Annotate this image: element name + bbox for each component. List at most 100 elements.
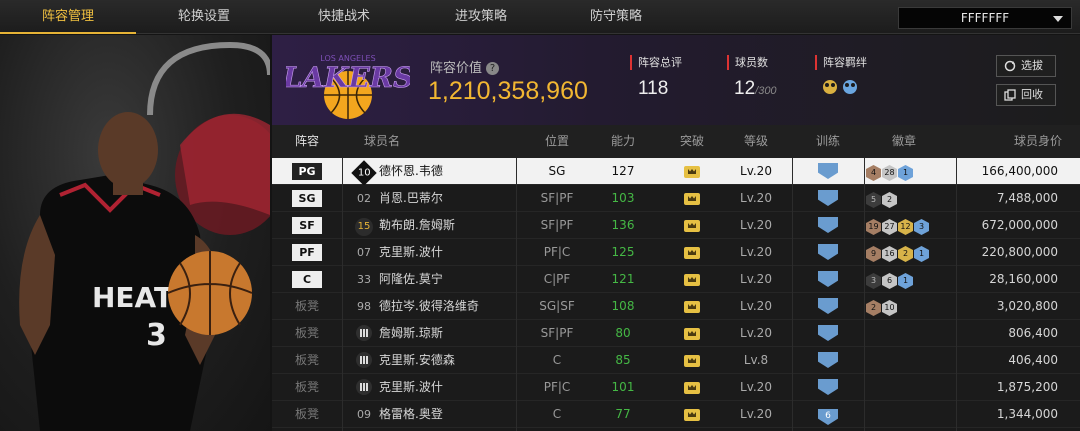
- col-salary[interactable]: 球员身价: [962, 125, 1062, 158]
- training-shield-icon: 6: [818, 409, 838, 425]
- table-row[interactable]: PF 07 克里斯.波什 PF|C 125 Lv.20 9 16 2 1 220,80…: [272, 239, 1080, 266]
- table-row[interactable]: 板凳 克里斯.波什 PF|C 101 Lv.20 1,875,200: [272, 374, 1080, 401]
- player-name[interactable]: 勒布朗.詹姆斯: [379, 212, 529, 239]
- training-shield-icon: [818, 379, 838, 395]
- player-ability: 77: [615, 407, 631, 421]
- player-salary: 166,400,000: [981, 164, 1058, 178]
- player-ability: 103: [611, 191, 635, 205]
- recycle-icon: [1004, 89, 1016, 101]
- player-level: Lv.20: [740, 164, 772, 178]
- table-row[interactable]: PG 10 德怀恩.韦德 SG 127 Lv.20 4 28 1 166,400,0…: [272, 158, 1080, 186]
- help-icon[interactable]: ?: [486, 62, 500, 75]
- badges-cell: 2 10: [864, 293, 954, 320]
- lineup-slot[interactable]: SF: [272, 212, 342, 239]
- player-salary: 672,000,000: [981, 218, 1058, 232]
- player-ability: 108: [611, 299, 635, 313]
- badge-icon: 9: [866, 246, 881, 262]
- player-name[interactable]: 德拉岑.彼得洛维奇: [379, 293, 529, 320]
- player-name[interactable]: 克里斯.安德森: [379, 347, 529, 374]
- player-number: 09: [352, 401, 376, 428]
- player-name[interactable]: 格雷格.奥登: [379, 401, 529, 428]
- player-name[interactable]: 克里斯.波什: [379, 239, 529, 266]
- tab-defense-strategy[interactable]: 防守策略: [546, 0, 686, 34]
- training-cell[interactable]: [792, 212, 864, 239]
- badge-icon: 27: [882, 219, 897, 235]
- table-row[interactable]: SF 15 勒布朗.詹姆斯 SF|PF 136 Lv.20 19 27 12 3 67…: [272, 212, 1080, 239]
- badges-cell: [864, 401, 954, 428]
- lineup-slot[interactable]: 板凳: [272, 374, 342, 401]
- col-name[interactable]: 球员名: [352, 125, 412, 158]
- training-cell[interactable]: [792, 266, 864, 293]
- bond-icons[interactable]: [821, 78, 863, 96]
- training-cell[interactable]: [792, 347, 864, 374]
- select-button[interactable]: 选拔: [996, 55, 1056, 77]
- player-level: Lv.20: [740, 191, 772, 205]
- training-cell[interactable]: [792, 374, 864, 401]
- training-cell[interactable]: [792, 239, 864, 266]
- badge-icon: 4: [866, 165, 881, 181]
- tab-rotation-settings[interactable]: 轮换设置: [136, 0, 272, 34]
- player-salary: 28,160,000: [989, 272, 1058, 286]
- training-shield-icon: [818, 163, 838, 179]
- training-cell[interactable]: 6: [792, 401, 864, 428]
- lineup-slot[interactable]: PF: [272, 239, 342, 266]
- lineup-slot[interactable]: 板凳: [272, 293, 342, 320]
- table-row[interactable]: 板凳 克里斯.安德森 C 85 Lv.8 406,400: [272, 347, 1080, 374]
- tab-quick-tactics[interactable]: 快捷战术: [272, 0, 416, 34]
- lakers-logo-icon: LOS ANGELES LAKERS: [286, 54, 410, 119]
- player-name[interactable]: 克里斯.波什: [379, 374, 529, 401]
- stats-icon: [356, 379, 372, 395]
- chevron-down-icon: [1053, 16, 1063, 22]
- player-salary: 220,800,000: [981, 245, 1058, 259]
- col-lineup[interactable]: 阵容: [272, 125, 342, 158]
- training-cell[interactable]: [792, 185, 864, 212]
- training-cell[interactable]: [792, 320, 864, 347]
- lineup-slot[interactable]: 板凳: [272, 347, 342, 374]
- badge-icon: 2: [866, 300, 881, 316]
- lineup-slot[interactable]: 板凳: [272, 401, 342, 428]
- player-ability: 101: [611, 380, 635, 394]
- player-name[interactable]: 德怀恩.韦德: [379, 158, 529, 185]
- crown-icon: [684, 355, 700, 367]
- lineup-slot[interactable]: C: [272, 266, 342, 293]
- tab-lineup-management[interactable]: 阵容管理: [0, 0, 136, 34]
- badge-icon: 6: [882, 273, 897, 289]
- table-row[interactable]: 板凳 09 格雷格.奥登 C 77 Lv.20 6 1,344,000: [272, 401, 1080, 428]
- player-name[interactable]: 阿隆佐.莫宁: [379, 266, 529, 293]
- team-select-dropdown[interactable]: FFFFFFF: [898, 7, 1072, 29]
- training-shield-icon: [818, 271, 838, 287]
- player-level: Lv.20: [740, 245, 772, 259]
- tab-offense-strategy[interactable]: 进攻策略: [416, 0, 546, 34]
- player-salary: 806,400: [1008, 326, 1058, 340]
- stats-icon: [356, 325, 372, 341]
- col-badges[interactable]: 徽章: [864, 125, 944, 158]
- recall-button[interactable]: 回收: [996, 84, 1056, 106]
- lineup-slot[interactable]: 板凳: [272, 320, 342, 347]
- crown-icon: [684, 301, 700, 313]
- col-level[interactable]: 等级: [716, 125, 796, 158]
- col-training[interactable]: 训练: [792, 125, 864, 158]
- roster-table: 阵容 球员名 位置 能力 突破 等级 训练 徽章 球员身价 PG 10 德怀恩.…: [272, 125, 1080, 431]
- training-cell[interactable]: [792, 158, 864, 185]
- training-cell[interactable]: [792, 293, 864, 320]
- table-row[interactable]: 板凳 詹姆斯.琼斯 SF|PF 80 Lv.20 806,400: [272, 320, 1080, 347]
- player-name[interactable]: 肖恩.巴蒂尔: [379, 185, 529, 212]
- table-row[interactable]: SG 02 肖恩.巴蒂尔 SF|PF 103 Lv.20 52 7,488,00…: [272, 185, 1080, 212]
- column-divider: [516, 158, 517, 431]
- player-level: Lv.8: [743, 353, 769, 367]
- player-ability: 127: [611, 164, 635, 178]
- col-ability[interactable]: 能力: [588, 125, 658, 158]
- player-ability: 121: [611, 272, 635, 286]
- table-header: 阵容 球员名 位置 能力 突破 等级 训练 徽章 球员身价: [272, 125, 1080, 158]
- lineup-slot[interactable]: SG: [272, 185, 342, 212]
- lineup-bond: 阵容羁绊: [815, 55, 867, 102]
- lineup-slot[interactable]: PG: [272, 158, 342, 185]
- player-salary: 1,344,000: [996, 407, 1058, 421]
- player-number: 15: [352, 212, 376, 239]
- table-row[interactable]: 板凳 98 德拉岑.彼得洛维奇 SG|SF 108 Lv.20 2 10 3,02…: [272, 293, 1080, 320]
- badges-cell: [864, 320, 954, 347]
- badge-icon: 1: [914, 246, 929, 262]
- table-row[interactable]: C 33 阿隆佐.莫宁 C|PF 121 Lv.20 361 28,160,00…: [272, 266, 1080, 293]
- badge-icon: 16: [882, 246, 897, 262]
- player-name[interactable]: 詹姆斯.琼斯: [379, 320, 529, 347]
